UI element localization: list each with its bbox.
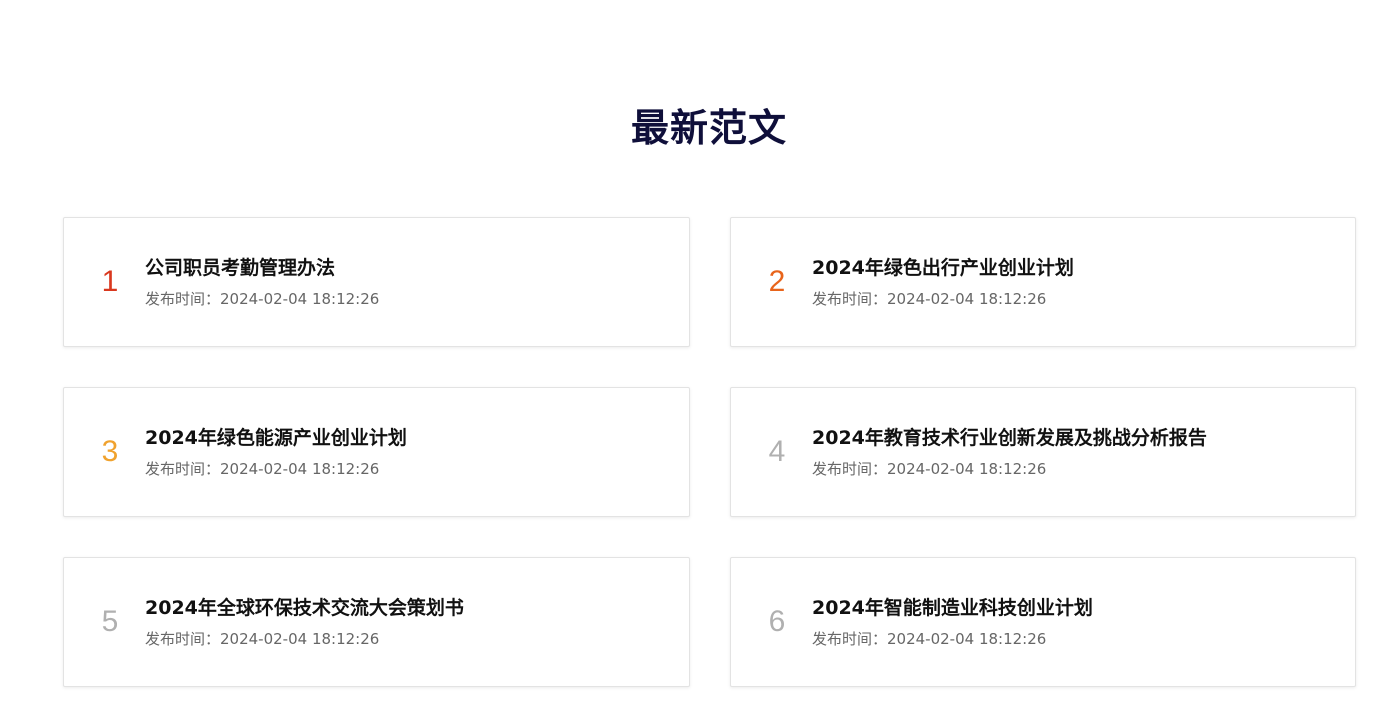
article-title[interactable]: 公司职员考勤管理办法 (145, 255, 335, 281)
article-publish-time: 发布时间：2024-02-04 18:12:26 (145, 290, 380, 308)
article-publish-time: 发布时间：2024-02-04 18:12:26 (812, 290, 1047, 308)
article-publish-time: 发布时间：2024-02-04 18:12:26 (812, 460, 1047, 478)
article-title[interactable]: 2024年智能制造业科技创业计划 (812, 595, 1093, 621)
article-card[interactable]: 6 2024年智能制造业科技创业计划 发布时间：2024-02-04 18:12… (730, 557, 1356, 687)
section-title: 最新范文 (630, 106, 787, 150)
article-rank: 2 (768, 265, 786, 298)
article-rank: 4 (768, 435, 786, 468)
article-rank: 3 (101, 435, 119, 468)
article-rank: 5 (101, 605, 119, 638)
article-rank: 1 (101, 265, 119, 298)
article-title[interactable]: 2024年全球环保技术交流大会策划书 (145, 595, 464, 621)
article-grid: 1 公司职员考勤管理办法 发布时间：2024-02-04 18:12:26 2 … (63, 217, 1356, 687)
article-publish-time: 发布时间：2024-02-04 18:12:26 (145, 630, 380, 648)
article-card[interactable]: 5 2024年全球环保技术交流大会策划书 发布时间：2024-02-04 18:… (63, 557, 690, 687)
article-card[interactable]: 4 2024年教育技术行业创新发展及挑战分析报告 发布时间：2024-02-04… (730, 387, 1356, 517)
article-publish-time: 发布时间：2024-02-04 18:12:26 (812, 630, 1047, 648)
article-publish-time: 发布时间：2024-02-04 18:12:26 (145, 460, 380, 478)
article-card[interactable]: 1 公司职员考勤管理办法 发布时间：2024-02-04 18:12:26 (63, 217, 690, 347)
article-card[interactable]: 3 2024年绿色能源产业创业计划 发布时间：2024-02-04 18:12:… (63, 387, 690, 517)
article-title[interactable]: 2024年绿色能源产业创业计划 (145, 425, 407, 451)
article-title[interactable]: 2024年绿色出行产业创业计划 (812, 255, 1074, 281)
article-rank: 6 (768, 605, 786, 638)
article-card[interactable]: 2 2024年绿色出行产业创业计划 发布时间：2024-02-04 18:12:… (730, 217, 1356, 347)
article-title[interactable]: 2024年教育技术行业创新发展及挑战分析报告 (812, 425, 1207, 451)
